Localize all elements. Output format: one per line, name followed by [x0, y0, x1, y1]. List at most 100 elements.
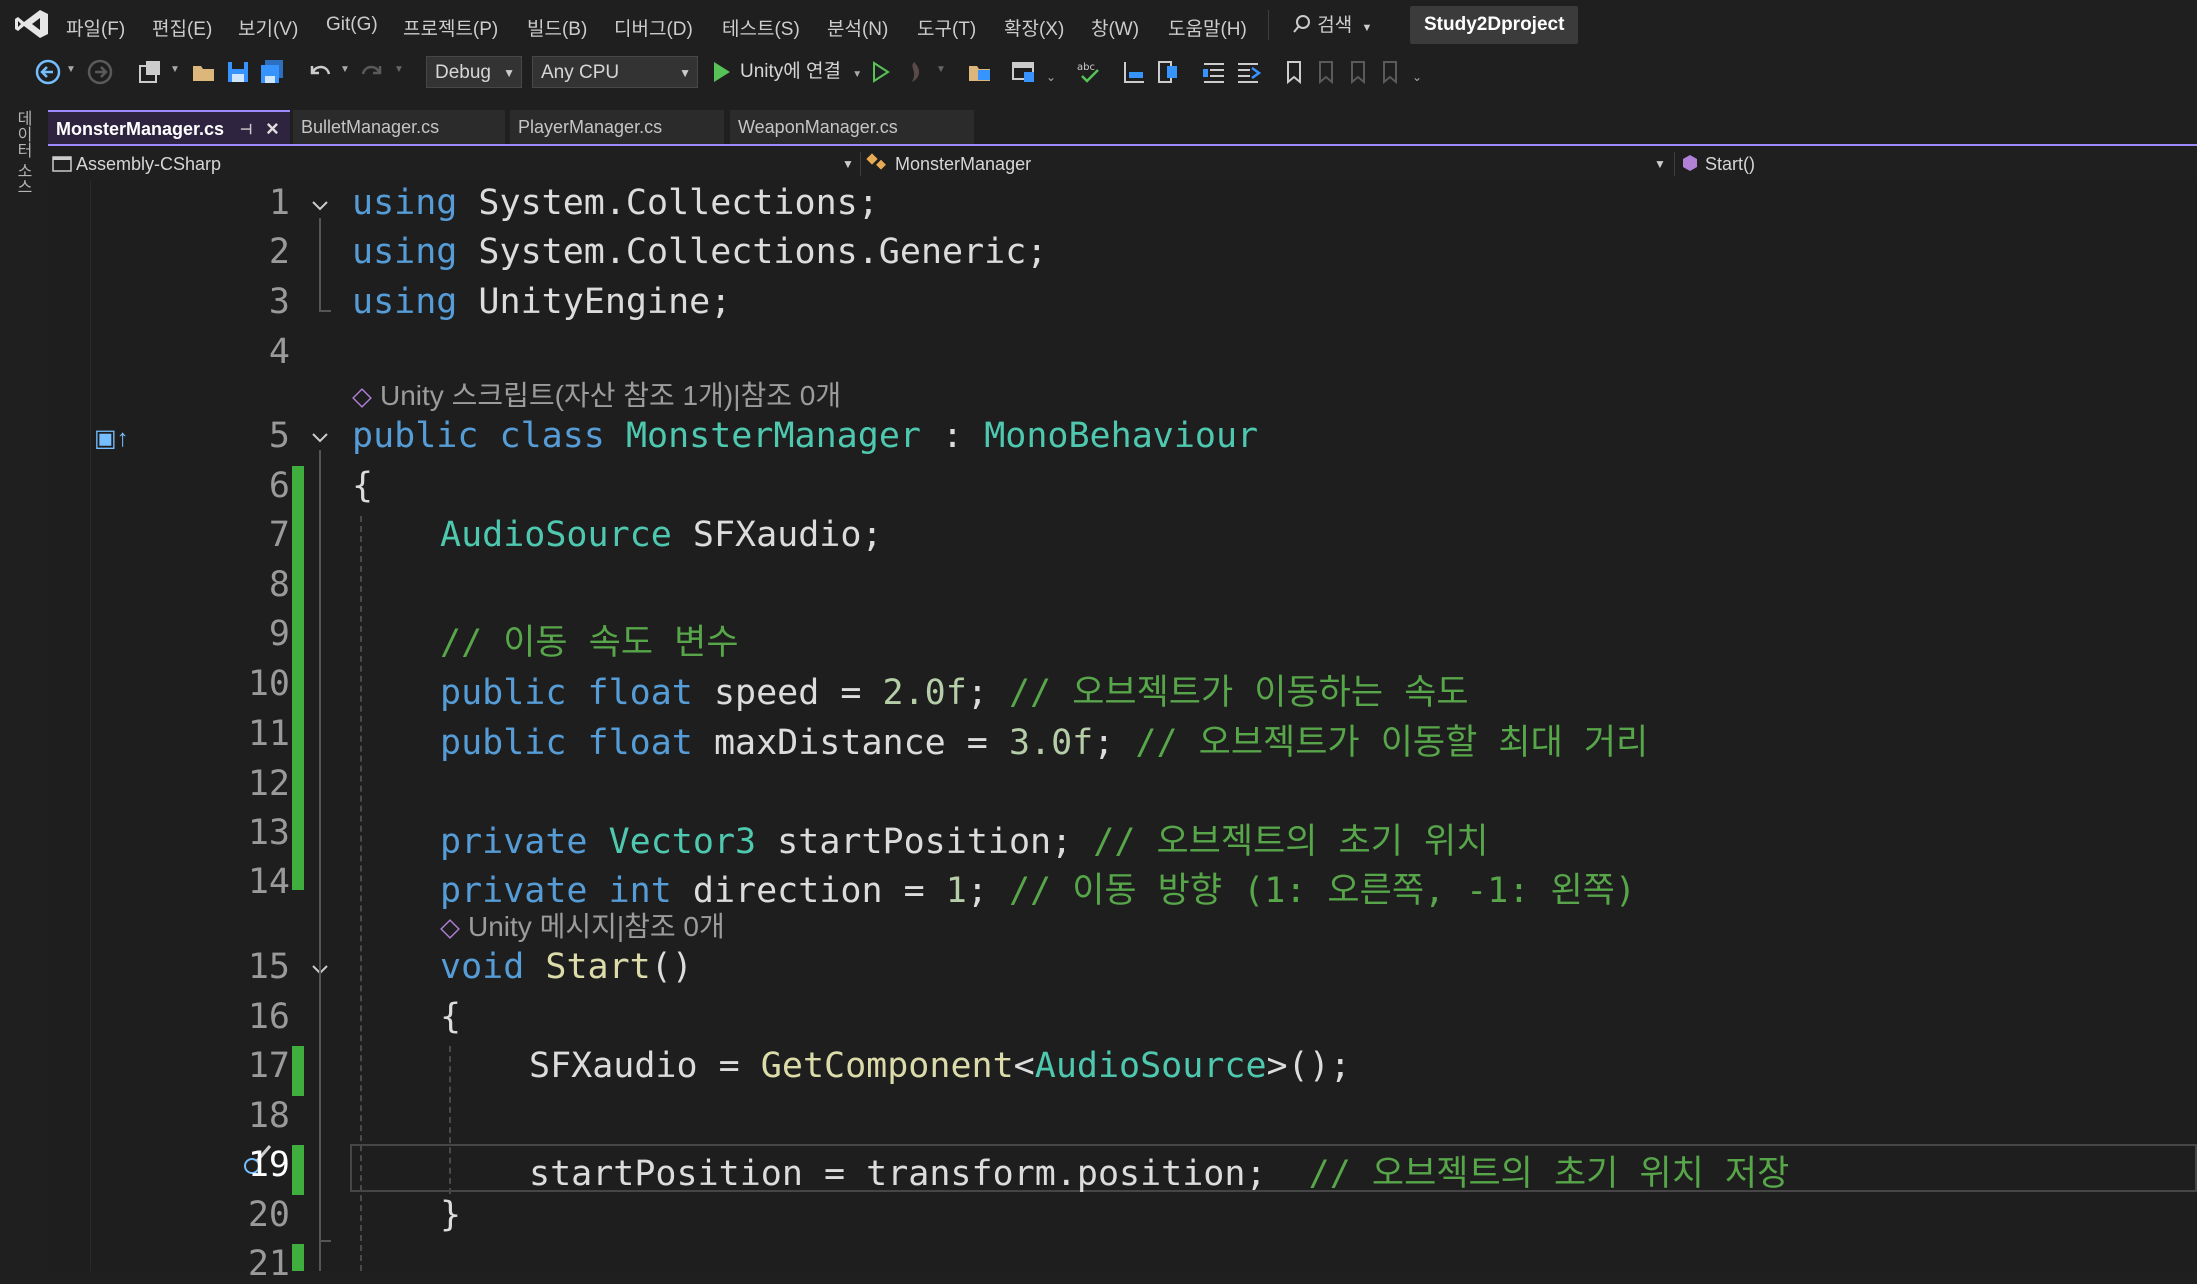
menu-help[interactable]: 도움말(H)	[1168, 14, 1247, 41]
redo-icon[interactable]	[358, 58, 386, 86]
menu-build[interactable]: 빌드(B)	[527, 14, 587, 41]
new-project-icon[interactable]	[136, 58, 164, 86]
previous-bookmark-icon[interactable]	[1312, 58, 1340, 86]
tab-label: MonsterManager.cs	[56, 119, 225, 139]
new-dropdown-icon[interactable]: ▼	[170, 64, 180, 75]
visual-studio-logo[interactable]	[14, 8, 50, 40]
clear-bookmarks-icon[interactable]	[1376, 58, 1404, 86]
menu-analyze[interactable]: 분석(N)	[827, 14, 888, 41]
type-dropdown[interactable]: MonsterManager	[866, 148, 1718, 180]
menu-debug[interactable]: 디버그(D)	[614, 14, 693, 41]
method-icon	[1683, 155, 1697, 171]
save-all-icon[interactable]	[258, 58, 286, 86]
layout-dropdown-icon[interactable]: ⌄	[1046, 70, 1056, 84]
chevron-down-icon: ▼	[503, 66, 515, 80]
configuration-select[interactable]: Debug ▼	[426, 56, 522, 88]
bookmark-icon[interactable]	[1280, 58, 1308, 86]
search-box[interactable]: 검색 ▼	[1292, 10, 1372, 37]
project-dropdown[interactable]: Assembly-CSharp	[52, 148, 858, 180]
data-sources-panel-tab[interactable]: 데이터 소스	[14, 110, 34, 194]
line-number: 12	[247, 764, 290, 804]
line-number: 13	[247, 813, 290, 853]
start-without-debugging-icon[interactable]	[866, 58, 894, 86]
back-icon[interactable]	[34, 58, 62, 86]
code-line-3: using UnityEngine;	[352, 282, 732, 322]
indicator-margin	[48, 180, 91, 1271]
line-number: 15	[247, 947, 290, 987]
search-dropdown-icon[interactable]: ▼	[1362, 22, 1373, 34]
undo-dropdown-icon[interactable]: ▼	[340, 64, 350, 75]
codelens-class[interactable]: Unity 스크립트(자산 참조 1개)|참조 0개	[352, 374, 841, 414]
spell-check-icon[interactable]: abc	[1076, 58, 1104, 86]
nav-divider	[1674, 152, 1675, 176]
menu-project[interactable]: 프로젝트(P)	[403, 14, 498, 41]
pin-icon[interactable]: ⊣	[240, 112, 252, 146]
fold-guide	[319, 218, 321, 310]
line-number: 20	[247, 1195, 290, 1235]
menu-view[interactable]: 보기(V)	[238, 14, 298, 41]
collapse-chevron-icon[interactable]	[310, 196, 330, 216]
tab-label: BulletManager.cs	[301, 117, 440, 137]
save-icon[interactable]	[224, 58, 252, 86]
line-number: 11	[247, 714, 290, 754]
next-bookmark-icon[interactable]	[1344, 58, 1372, 86]
run-dropdown-icon[interactable]: ▼	[852, 69, 862, 80]
toggle-comment-icon[interactable]	[1120, 58, 1148, 86]
fold-guide	[319, 310, 331, 312]
menu-edit[interactable]: 편집(E)	[152, 14, 212, 41]
menu-git[interactable]: Git(G)	[326, 14, 378, 36]
code-line-17: SFXaudio = GetComponent<AudioSource>();	[529, 1046, 1351, 1086]
chevron-down-icon: ▼	[842, 157, 854, 171]
line-number: 17	[247, 1046, 290, 1086]
toolbar-overflow-icon[interactable]: ⌄	[1412, 70, 1422, 84]
platform-select[interactable]: Any CPU ▼	[532, 56, 698, 88]
unity-cube-icon	[440, 918, 460, 939]
solution-name-badge[interactable]: Study2Dproject	[1410, 6, 1579, 44]
codelens-method[interactable]: Unity 메시지|참조 0개	[440, 905, 725, 945]
unity-script-indicator-icon[interactable]: ▣↑	[94, 424, 129, 453]
code-line-15: void Start()	[440, 947, 693, 987]
menu-test[interactable]: 테스트(S)	[722, 14, 800, 41]
indent-icon[interactable]	[1234, 58, 1262, 86]
outdent-icon[interactable]	[1200, 58, 1228, 86]
tab-weaponmanager[interactable]: WeaponManager.cs	[730, 110, 974, 144]
menu-file[interactable]: 파일(F)	[66, 14, 125, 41]
csharp-project-icon	[52, 156, 72, 172]
code-editor[interactable]: ▣↑ 1 2 3 4 5 6 7 8 9 10 11 12 13 14 15 1…	[48, 180, 2197, 1284]
change-indicator-bar	[292, 1145, 304, 1195]
code-line-1: using System.Collections;	[352, 183, 879, 223]
menu-tools[interactable]: 도구(T)	[917, 14, 976, 41]
hot-reload-icon[interactable]	[900, 58, 928, 86]
tab-playermanager[interactable]: PlayerManager.cs	[510, 110, 724, 144]
menu-window[interactable]: 창(W)	[1091, 14, 1139, 41]
menu-extensions[interactable]: 확장(X)	[1004, 14, 1064, 41]
redo-dropdown-icon[interactable]: ▼	[394, 64, 404, 75]
line-number: 5	[268, 416, 290, 456]
line-number: 14	[247, 862, 290, 902]
change-indicator-bar	[292, 466, 304, 890]
chevron-down-icon: ▼	[1654, 157, 1666, 171]
close-icon[interactable]: ×	[266, 112, 279, 146]
project-name: Assembly-CSharp	[76, 154, 222, 174]
uncomment-icon[interactable]	[1154, 58, 1182, 86]
line-number: 7	[268, 515, 290, 555]
undo-icon[interactable]	[306, 58, 334, 86]
code-line-7: AudioSource SFXaudio;	[440, 515, 883, 555]
tab-bulletmanager[interactable]: BulletManager.cs	[293, 110, 505, 144]
svg-text:abc: abc	[1077, 62, 1095, 73]
tab-monstermanager[interactable]: MonsterManager.cs ⊣ ×	[48, 110, 290, 144]
hot-reload-dropdown-icon[interactable]: ▼	[936, 64, 946, 75]
line-number: 18	[247, 1096, 290, 1136]
code-line-20: }	[440, 1195, 462, 1235]
forward-icon[interactable]	[86, 58, 114, 86]
collapse-chevron-icon[interactable]	[310, 428, 330, 448]
attach-to-unity-label: Unity에 연결	[740, 61, 842, 82]
browse-folder-icon[interactable]	[966, 58, 994, 86]
code-line-9: // 이동 속도 변수	[440, 623, 739, 663]
back-dropdown-icon[interactable]: ▼	[66, 64, 76, 75]
attach-to-unity-button[interactable]: Unity에 연결 ▼	[710, 58, 862, 86]
window-layout-icon[interactable]	[1010, 58, 1038, 86]
open-folder-icon[interactable]	[190, 58, 218, 86]
document-tab-bar: MonsterManager.cs ⊣ × BulletManager.cs P…	[48, 110, 2197, 146]
member-dropdown[interactable]: Start()	[1680, 148, 2180, 180]
